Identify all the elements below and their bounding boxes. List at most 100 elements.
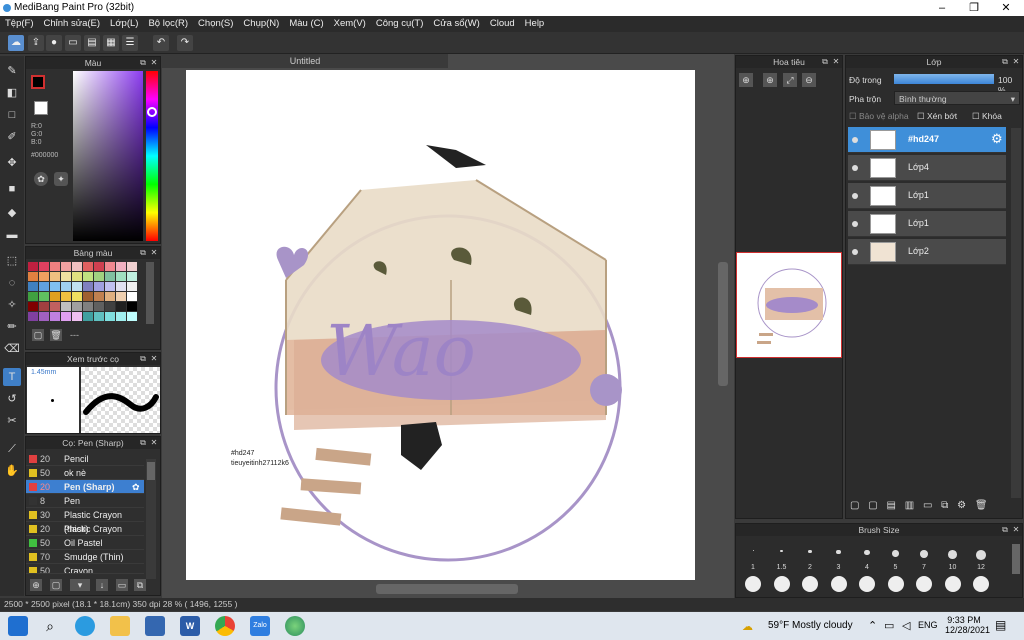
palette-swatch[interactable] [39,302,49,311]
grid-icon[interactable]: ▦ [103,35,119,51]
palette-swatch[interactable] [127,312,137,321]
palette-swatch[interactable] [39,262,49,271]
palette-swatch[interactable] [61,272,71,281]
layer-settings-icon[interactable]: ⚙ [991,131,1003,147]
menu-layer[interactable]: Lớp(L) [105,16,143,29]
brush-scrollbar[interactable] [146,459,156,579]
palette-swatch[interactable] [28,302,38,311]
volume-icon[interactable]: ◁ [902,619,910,632]
zoom-in-alt-icon[interactable]: ⊕ [763,73,777,87]
palette-swatch[interactable] [94,262,104,271]
palette-swatch[interactable] [28,282,38,291]
panel-float-icon[interactable]: ⧉ [138,353,148,365]
brush-delete-icon[interactable]: ⧉ [134,579,146,591]
panel-close-icon[interactable]: ✕ [1011,56,1021,68]
palette-swatch[interactable] [105,302,115,311]
protect-alpha-toggle[interactable]: ☐ Bảo vệ alpha [849,111,909,122]
panel-float-icon[interactable]: ⧉ [138,437,148,449]
palette-swatch[interactable] [116,282,126,291]
move-tool-icon[interactable]: ✥ [3,154,21,172]
canvas-tab[interactable]: Untitled [162,54,448,68]
palette-swatch[interactable] [72,272,82,281]
fill-rect-tool-icon[interactable]: ■ [3,180,21,198]
panel-float-icon[interactable]: ⧉ [1000,56,1010,68]
color-picker-icon[interactable]: ✦ [54,172,68,186]
message-icon[interactable]: ▭ [65,35,81,51]
notification-icon[interactable]: ▤ [995,618,1006,632]
network-icon[interactable]: ▭ [884,619,894,632]
brush-folder-icon[interactable]: ▭ [116,579,128,591]
brush-size-preset[interactable]: 3 [826,544,852,598]
brush-download-icon[interactable]: ↓ [96,579,108,591]
palette-swatch[interactable] [72,292,82,301]
menu-cloud[interactable]: Cloud [485,16,520,29]
duplicate-layer-icon[interactable]: ▥ [905,500,914,511]
lasso-tool-icon[interactable]: ◌ [3,274,21,292]
brush-item[interactable]: 8 Pen [26,494,144,508]
comment-icon[interactable]: ● [46,35,62,51]
layer-row[interactable]: Lớp2 [848,239,1006,265]
palette-swatch[interactable] [127,302,137,311]
minimize-button[interactable]: – [926,0,958,16]
brush-item[interactable]: 20 Plastic Crayon [26,522,144,536]
settings-icon[interactable]: ⚙ [957,500,966,511]
chrome-icon[interactable] [215,616,235,636]
hue-slider[interactable] [146,71,158,241]
zalo-icon[interactable]: Zalo [250,616,270,636]
menu-help[interactable]: Help [520,16,550,29]
lock-checkbox[interactable]: ☐ Khóa [972,111,1002,122]
panel-close-icon[interactable]: ✕ [831,56,841,68]
foreground-color-swatch[interactable] [31,75,45,89]
add-brush-icon[interactable]: ⊕ [30,579,42,591]
layer-row-selected[interactable]: #hd247 ⚙ [848,127,1006,153]
page-icon[interactable]: ▤ [84,35,100,51]
palette-more[interactable]: --- [70,330,79,340]
palette-swatch[interactable] [116,292,126,301]
palette-swatch[interactable] [127,282,137,291]
palette-swatch[interactable] [61,312,71,321]
palette-swatch[interactable] [72,282,82,291]
palette-grid[interactable] [28,262,140,324]
menu-filter[interactable]: Bộ lọc(R) [143,16,193,29]
palette-swatch[interactable] [83,262,93,271]
hand-tool-icon[interactable]: ✋ [3,462,21,480]
visibility-icon[interactable] [852,137,858,143]
palette-swatch[interactable] [94,272,104,281]
panel-close-icon[interactable]: ✕ [149,247,159,259]
palette-swatch[interactable] [50,282,60,291]
opacity-slider[interactable] [894,74,994,84]
pen-tool-icon[interactable]: ✐ [3,128,21,146]
brush-item-selected[interactable]: 20 Pen (Sharp) ✿ [26,480,144,494]
brush-page-icon[interactable]: ▢ [50,579,62,591]
share-icon[interactable]: ⇪ [28,35,44,51]
palette-swatch[interactable] [94,302,104,311]
medibang-icon[interactable] [285,616,305,636]
eyedropper-tool-icon[interactable]: ⟋ [3,440,21,458]
blend-mode-select[interactable]: Bình thường ▾ [894,91,1020,105]
brush-size-scrollbar[interactable] [1012,544,1020,574]
divide-tool-icon[interactable]: ✂ [3,412,21,430]
fit-icon[interactable]: ⤢ [783,73,797,87]
panel-float-icon[interactable]: ⧉ [820,56,830,68]
panel-close-icon[interactable]: ✕ [149,353,159,365]
palette-scrollbar[interactable] [146,262,154,324]
merge-icon[interactable]: ⧉ [941,500,948,511]
palette-swatch[interactable] [50,262,60,271]
drawing-canvas[interactable]: Wao #hd247 tieuyeitinh27112k6 [186,70,695,580]
palette-swatch[interactable] [94,292,104,301]
brush-size-preset[interactable]: 2 [797,544,823,598]
palette-swatch[interactable] [105,282,115,291]
word-icon[interactable]: W [180,616,200,636]
layer-scrollbar[interactable] [1011,128,1021,498]
palette-swatch[interactable] [116,312,126,321]
palette-swatch[interactable] [28,312,38,321]
panel-close-icon[interactable]: ✕ [149,437,159,449]
brush-tool-icon[interactable]: ✎ [3,62,21,80]
bucket-tool-icon[interactable]: ◆ [3,204,21,222]
eraser-tool-icon[interactable]: ◧ [3,84,21,102]
new-raster-layer-icon[interactable]: ▢ [868,500,877,511]
palette-swatch[interactable] [39,292,49,301]
windows-start-icon[interactable] [8,616,28,636]
background-color-swatch[interactable] [34,101,48,115]
search-icon[interactable]: ⌕ [40,616,60,636]
